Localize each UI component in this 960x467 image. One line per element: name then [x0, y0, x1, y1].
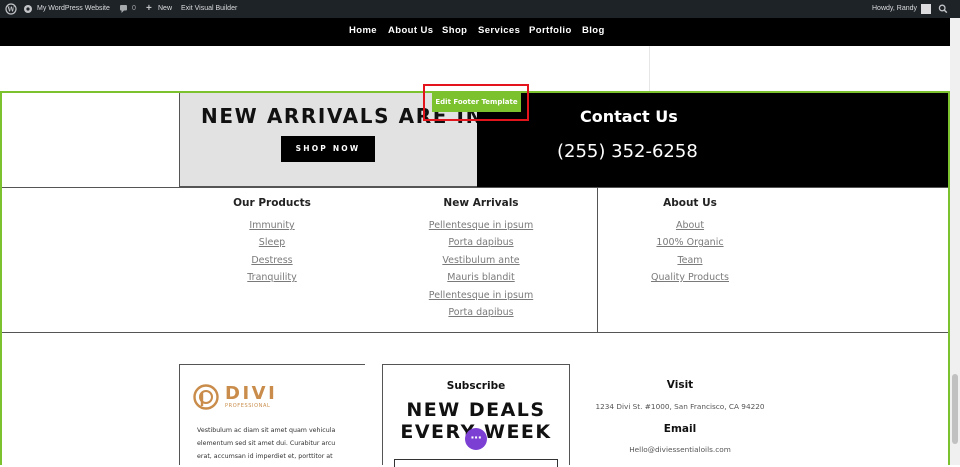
- footer-left-border: [0, 187, 2, 465]
- shop-now-button[interactable]: SHOP NOW: [281, 136, 375, 162]
- email-input[interactable]: [394, 459, 558, 467]
- column-heading-about-us: About Us: [663, 197, 717, 209]
- main-navigation: Home About Us Shop Services Portfolio Bl…: [0, 18, 950, 46]
- footer-right-border: [948, 187, 950, 465]
- new-link[interactable]: New: [158, 0, 172, 18]
- nav-item-about-us[interactable]: About Us: [388, 18, 433, 46]
- nav-item-services[interactable]: Services: [478, 18, 520, 46]
- footer-link[interactable]: Tranquility: [247, 272, 296, 283]
- nav-item-shop[interactable]: Shop: [442, 18, 467, 46]
- footer-link[interactable]: Pellentesque in ipsum: [429, 220, 533, 231]
- footer-link[interactable]: Quality Products: [651, 272, 729, 283]
- highlight-box: [423, 84, 529, 121]
- email-address[interactable]: Hello@diviessentialoils.com: [629, 445, 731, 454]
- contact-title: Contact Us: [580, 107, 678, 126]
- more-options-icon[interactable]: ···: [465, 428, 487, 450]
- content-divider: [649, 46, 650, 91]
- admin-bar: W My WordPress Website 0 + New Exit Visu…: [0, 0, 960, 18]
- exit-visual-builder-link[interactable]: Exit Visual Builder: [181, 0, 237, 18]
- footer-link[interactable]: About: [676, 220, 704, 231]
- subscribe-title: Subscribe: [446, 380, 506, 392]
- divi-logo-icon: [193, 384, 219, 415]
- home-icon[interactable]: [23, 0, 33, 18]
- links-bottom-divider: [2, 332, 948, 333]
- footer-link[interactable]: Immunity: [249, 220, 294, 231]
- scrollbar-thumb[interactable]: [952, 374, 958, 444]
- footer-link[interactable]: Team: [677, 255, 702, 266]
- comments-count[interactable]: 0: [132, 0, 136, 18]
- footer-link[interactable]: Mauris blandit: [447, 272, 514, 283]
- footer-link[interactable]: Pellentesque in ipsum: [429, 290, 533, 301]
- page-scrollbar[interactable]: [950, 18, 960, 465]
- wordpress-logo-icon[interactable]: W: [5, 0, 17, 18]
- search-icon[interactable]: [938, 0, 948, 18]
- footer-link[interactable]: Porta dapibus: [448, 237, 513, 248]
- email-title: Email: [663, 423, 697, 435]
- svg-text:W: W: [6, 6, 15, 14]
- column-divider: [597, 188, 598, 332]
- howdy-user-link[interactable]: Howdy, Randy: [872, 0, 917, 18]
- column-heading-our-products: Our Products: [233, 197, 311, 209]
- avatar[interactable]: [921, 4, 931, 14]
- column-heading-new-arrivals: New Arrivals: [443, 197, 519, 209]
- footer-link[interactable]: Vestibulum ante: [442, 255, 519, 266]
- footer-link[interactable]: Porta dapibus: [448, 307, 513, 318]
- contact-block: [477, 93, 948, 187]
- footer-link[interactable]: 100% Organic: [656, 237, 723, 248]
- nav-item-blog[interactable]: Blog: [582, 18, 605, 46]
- links-top-divider: [2, 187, 948, 188]
- nav-item-portfolio[interactable]: Portfolio: [529, 18, 572, 46]
- site-name-link[interactable]: My WordPress Website: [37, 0, 110, 18]
- brand-blurb-line: erat, accumsan id imperdiet et, porttito…: [197, 453, 333, 460]
- brand-logo-text: DIVI: [225, 383, 278, 404]
- footer-link[interactable]: Sleep: [259, 237, 285, 248]
- comments-icon[interactable]: [119, 0, 128, 18]
- nav-item-home[interactable]: Home: [349, 18, 377, 46]
- visit-address: 1234 Divi St. #1000, San Francisco, CA 9…: [595, 402, 765, 411]
- brand-logo-subtext: PROFESSIONAL: [225, 403, 271, 409]
- brand-blurb-line: elementum sed sit amet dui. Curabitur ar…: [197, 440, 336, 447]
- footer-link[interactable]: Destress: [251, 255, 292, 266]
- visit-title: Visit: [666, 379, 694, 391]
- subscribe-headline-line1: NEW DEALS: [406, 399, 546, 421]
- plus-icon[interactable]: +: [146, 0, 152, 18]
- brand-blurb-line: Vestibulum ac diam sit amet quam vehicul…: [197, 427, 336, 434]
- contact-phone: (255) 352-6258: [557, 141, 698, 162]
